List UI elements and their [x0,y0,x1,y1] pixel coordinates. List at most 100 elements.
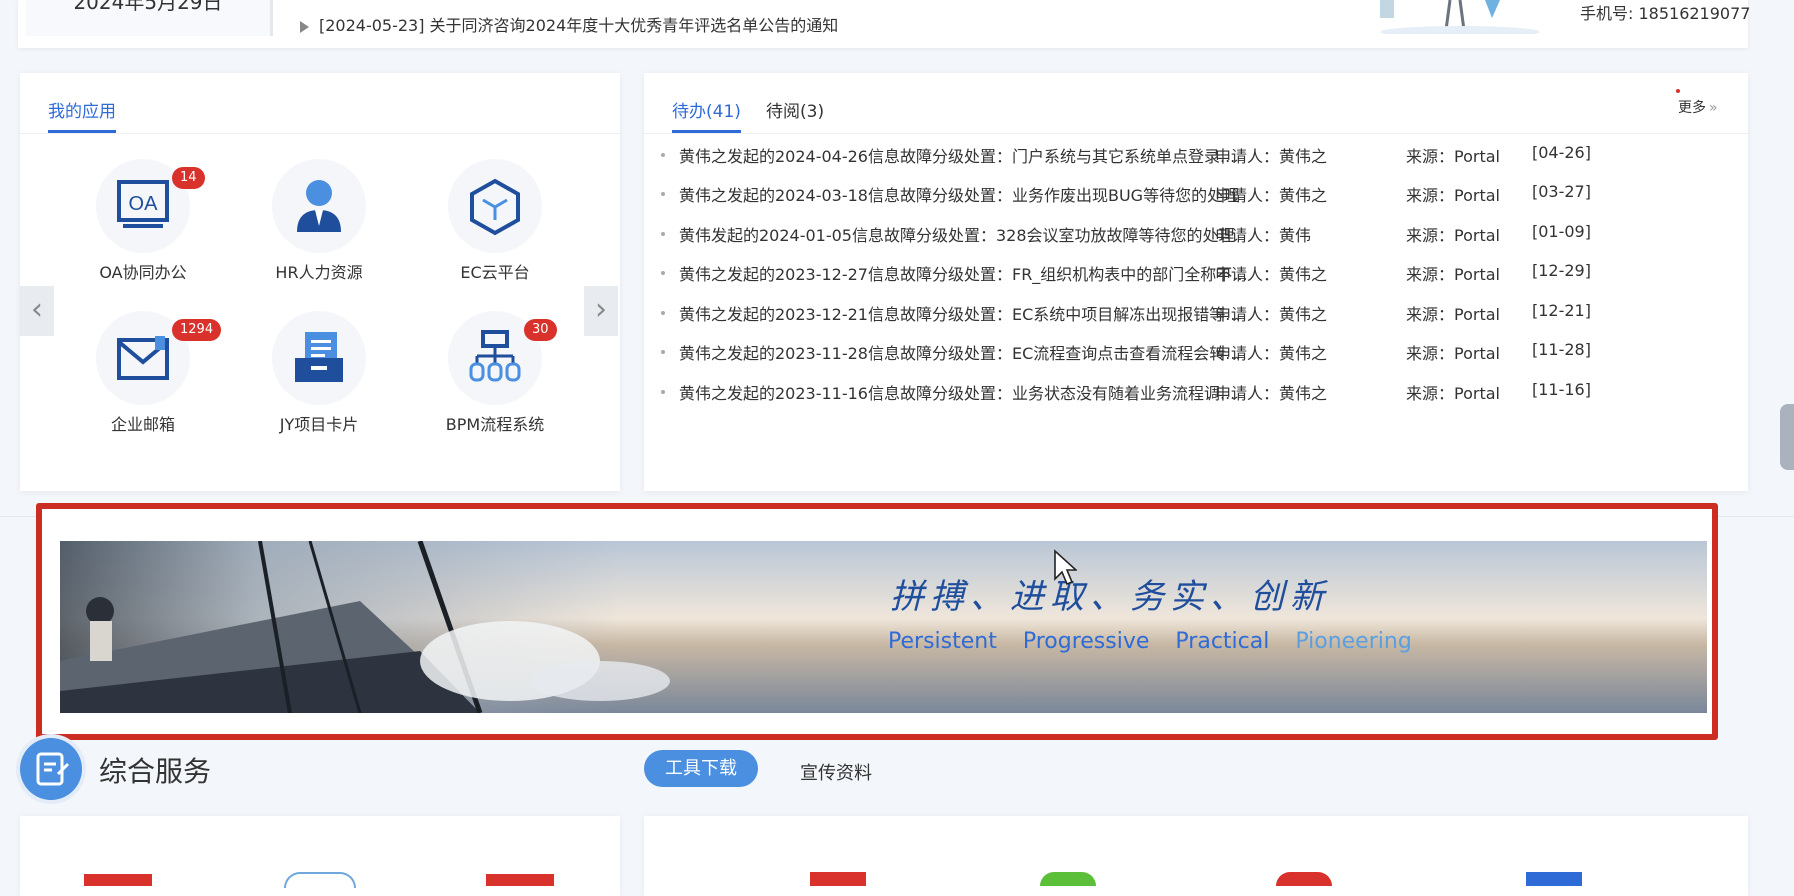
app-oa[interactable]: OA 14 OA协同办公 [78,159,208,283]
slogan-word: Pioneering [1295,629,1412,654]
todo-date: [12-21] [1532,301,1591,320]
tool-icon[interactable] [84,874,152,886]
slogan-word: Persistent [888,629,997,654]
todo-applicant: 申请人：黄伟之 [1215,384,1328,403]
apps-tabbar: 我的应用 [20,73,620,134]
carousel-prev-button[interactable]: ‹ [20,286,54,336]
slogan-chinese: 拼搏、进取、务实、创新 [890,577,1330,617]
todo-title[interactable]: 黄伟发起的2024-01-05信息故障分级处置：328会议室功放故障等待您的处理 [679,222,1235,246]
bullet-icon [661,153,665,157]
todo-title[interactable]: 黄伟之发起的2023-11-28信息故障分级处置：EC流程查询点击查看流程会转.… [679,340,1241,364]
more-label: 更多 [1678,100,1706,116]
my-apps-panel: 我的应用 ‹ › OA 14 OA协同办公 HR人力资源 EC云平台 1294 … [20,73,620,491]
todo-date: [11-16] [1532,380,1591,399]
todo-applicant: 申请人：黄伟之 [1215,305,1328,324]
cube-icon [470,178,520,236]
todo-tabbar: 待办(41) 待阅(3) 更多» [644,73,1748,134]
tool-icon[interactable] [486,874,554,886]
triangle-icon [300,20,309,33]
todo-date: [11-28] [1532,340,1591,359]
bullet-icon [661,192,665,196]
badge-count: 1294 [172,319,222,341]
user-icon [297,180,341,232]
tool-icon[interactable] [284,872,356,888]
todo-title[interactable]: 黄伟之发起的2024-03-18信息故障分级处置：业务作废出现BUG等待您的处理 [679,182,1239,206]
tool-icon[interactable] [1040,872,1096,886]
todo-title[interactable]: 黄伟之发起的2023-12-27信息故障分级处置：FR_组织机构表中的部门全称不… [679,261,1248,285]
decorative-illustration [1370,0,1540,34]
services-title: 综合服务 [99,755,212,788]
todo-source: 来源：Portal [1406,226,1500,245]
notification-dot [1676,89,1680,93]
todo-date: [01-09] [1532,222,1591,241]
carousel-next-button[interactable]: › [584,286,618,336]
svg-text:OA: OA [129,193,159,215]
phone-number: 手机号: 18516219077 [1580,4,1751,23]
slogan-word: Progressive [1022,629,1150,654]
oa-icon: OA [117,180,169,228]
slogan-english: Persistent Progressive Practical Pioneering [888,629,1412,654]
todo-source: 来源：Portal [1406,186,1500,205]
bullet-icon [661,271,665,275]
todo-applicant: 申请人：黄伟之 [1215,147,1328,166]
flow-icon [469,330,521,382]
tool-icon[interactable] [1276,872,1332,886]
app-label: EC云平台 [460,263,530,282]
todo-applicant: 申请人：黄伟之 [1215,344,1328,363]
bullet-icon [661,350,665,354]
tab-todo[interactable]: 待办(41) [672,97,741,133]
todo-date: [12-29] [1532,261,1591,280]
bullet-icon [661,311,665,315]
bullet-icon [661,390,665,394]
tab-my-apps[interactable]: 我的应用 [48,97,116,133]
todo-source: 来源：Portal [1406,384,1500,403]
todo-source: 来源：Portal [1406,305,1500,324]
todo-title[interactable]: 黄伟之发起的2023-12-21信息故障分级处置：EC系统中项目解冻出现报错等.… [679,301,1241,325]
todo-source: 来源：Portal [1406,147,1500,166]
app-label: HR人力资源 [275,263,363,282]
todo-source: 来源：Portal [1406,265,1500,284]
todo-title[interactable]: 黄伟之发起的2024-04-26信息故障分级处置：门户系统与其它系统单点登录..… [679,143,1235,167]
app-ec-cloud[interactable]: EC云平台 [430,159,560,283]
todo-source: 来源：Portal [1406,344,1500,363]
mouse-cursor-icon [1053,549,1079,591]
tools-panel-left [20,816,620,896]
bullet-icon [661,232,665,236]
mail-icon [117,336,169,380]
banner-image [60,541,1707,713]
todo-panel: 待办(41) 待阅(3) 更多» 黄伟之发起的2024-04-26信息故障分级处… [644,73,1748,491]
app-label: 企业邮箱 [110,415,175,434]
todo-date: [03-27] [1532,182,1591,201]
notice-link[interactable]: [2024-05-23] 关于同济咨询2024年度十大优秀青年评选名单公告的通知 [300,12,838,36]
todo-applicant: 申请人：黄伟之 [1215,186,1328,205]
todo-applicant: 申请人：黄伟 [1215,226,1312,245]
app-label: OA协同办公 [99,263,187,282]
date-display: 2024年5月29日 [26,0,273,36]
tab-promo-materials[interactable]: 宣传资料 [800,759,872,785]
slogan-word: Practical [1175,629,1270,654]
app-jy-card[interactable]: JY项目卡片 [254,311,384,435]
todo-title[interactable]: 黄伟之发起的2023-11-16信息故障分级处置：业务状态没有随着业务流程调..… [679,380,1235,404]
app-mail[interactable]: 1294 企业邮箱 [78,311,222,435]
todo-applicant: 申请人：黄伟之 [1215,265,1328,284]
tool-icon[interactable] [810,872,866,886]
card-icon [295,332,343,382]
tab-to-read[interactable]: 待阅(3) [766,97,824,122]
edit-note-icon [36,752,70,786]
notice-text[interactable]: [2024-05-23] 关于同济咨询2024年度十大优秀青年评选名单公告的通知 [319,16,838,35]
badge-count: 14 [172,167,205,189]
tool-icon[interactable] [1526,872,1582,886]
tools-panel-right [644,816,1748,896]
todo-date: [04-26] [1532,143,1591,162]
tab-tool-download[interactable]: 工具下载 [644,750,758,787]
badge-count: 30 [524,319,557,341]
app-label: BPM流程系统 [445,415,545,434]
app-bpm[interactable]: 30 BPM流程系统 [430,311,560,435]
services-section-icon [20,738,82,800]
side-drawer-handle[interactable] [1780,404,1794,470]
double-chevron-icon: » [1709,100,1718,116]
app-label: JY项目卡片 [279,415,359,434]
app-hr[interactable]: HR人力资源 [254,159,384,283]
more-link[interactable]: 更多» [1678,97,1718,117]
slogan-banner[interactable]: 拼搏、进取、务实、创新 Persistent Progressive Practic… [60,541,1707,713]
